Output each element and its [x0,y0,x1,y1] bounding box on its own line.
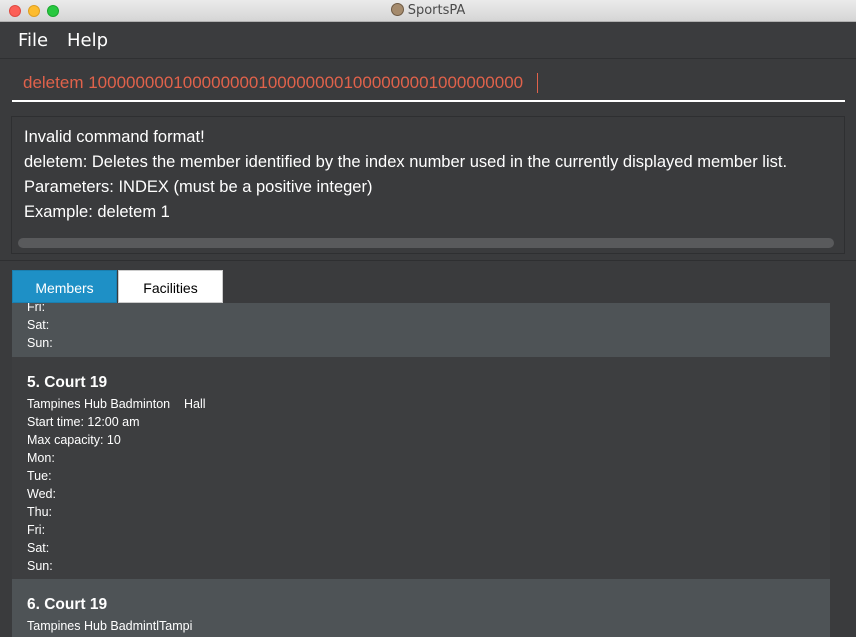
result-display: Invalid command format! deletem: Deletes … [11,116,845,254]
day-fri: Fri: [27,523,46,537]
tab-members[interactable]: Members [12,270,117,303]
tab-facilities[interactable]: Facilities [118,270,223,303]
facility-start-time: Start time: 12:00 am [27,415,140,429]
facility-max-capacity: Max capacity: 10 [27,433,121,447]
day-mon: Mon: [27,451,55,465]
result-line: deletem: Deletes the member identified b… [24,153,788,171]
day-fri: Fri: [27,303,46,314]
window-titlebar: SportsPA [0,0,856,22]
menu-bar: File Help [0,22,856,59]
facility-card[interactable]: 6. Court 19 Tampines Hub BadmintlTampi [12,579,830,637]
day-wed: Wed: [27,487,56,501]
day-thu: Thu: [27,505,53,519]
day-sun: Sun: [27,559,53,573]
app-icon [390,3,404,16]
facility-title: 6. Court 19 [27,596,108,613]
result-text: Invalid command format! deletem: Deletes … [24,125,787,225]
window-title: SportsPA [407,3,466,18]
result-line: Parameters: INDEX (must be a positive in… [24,178,373,196]
day-tue: Tue: [27,469,52,483]
facility-card-partial[interactable]: Fri: Sat: Sun: [12,303,830,357]
facility-list[interactable]: Fri: Sat: Sun: 5. Court 19 Tampines Hub … [12,303,830,637]
section-divider [0,260,856,261]
menu-help[interactable]: Help [67,30,108,51]
horizontal-scrollbar[interactable] [18,238,834,248]
day-sat: Sat: [27,541,50,555]
day-sun: Sun: [27,336,53,350]
facility-card[interactable]: 5. Court 19 Tampines Hub Badminton Hall … [12,357,830,579]
window-title-container: SportsPA [0,3,856,18]
facility-location: Tampines Hub Badminton Hall [27,397,206,411]
facility-title: 5. Court 19 [27,374,108,391]
text-caret [537,73,538,93]
result-line: Example: deletem 1 [24,203,170,221]
day-sat: Sat: [27,318,50,332]
facility-location: Tampines Hub BadmintlTampi [27,619,193,633]
result-line: Invalid command format! [24,128,205,146]
command-input[interactable] [12,66,845,102]
menu-file[interactable]: File [18,30,48,51]
